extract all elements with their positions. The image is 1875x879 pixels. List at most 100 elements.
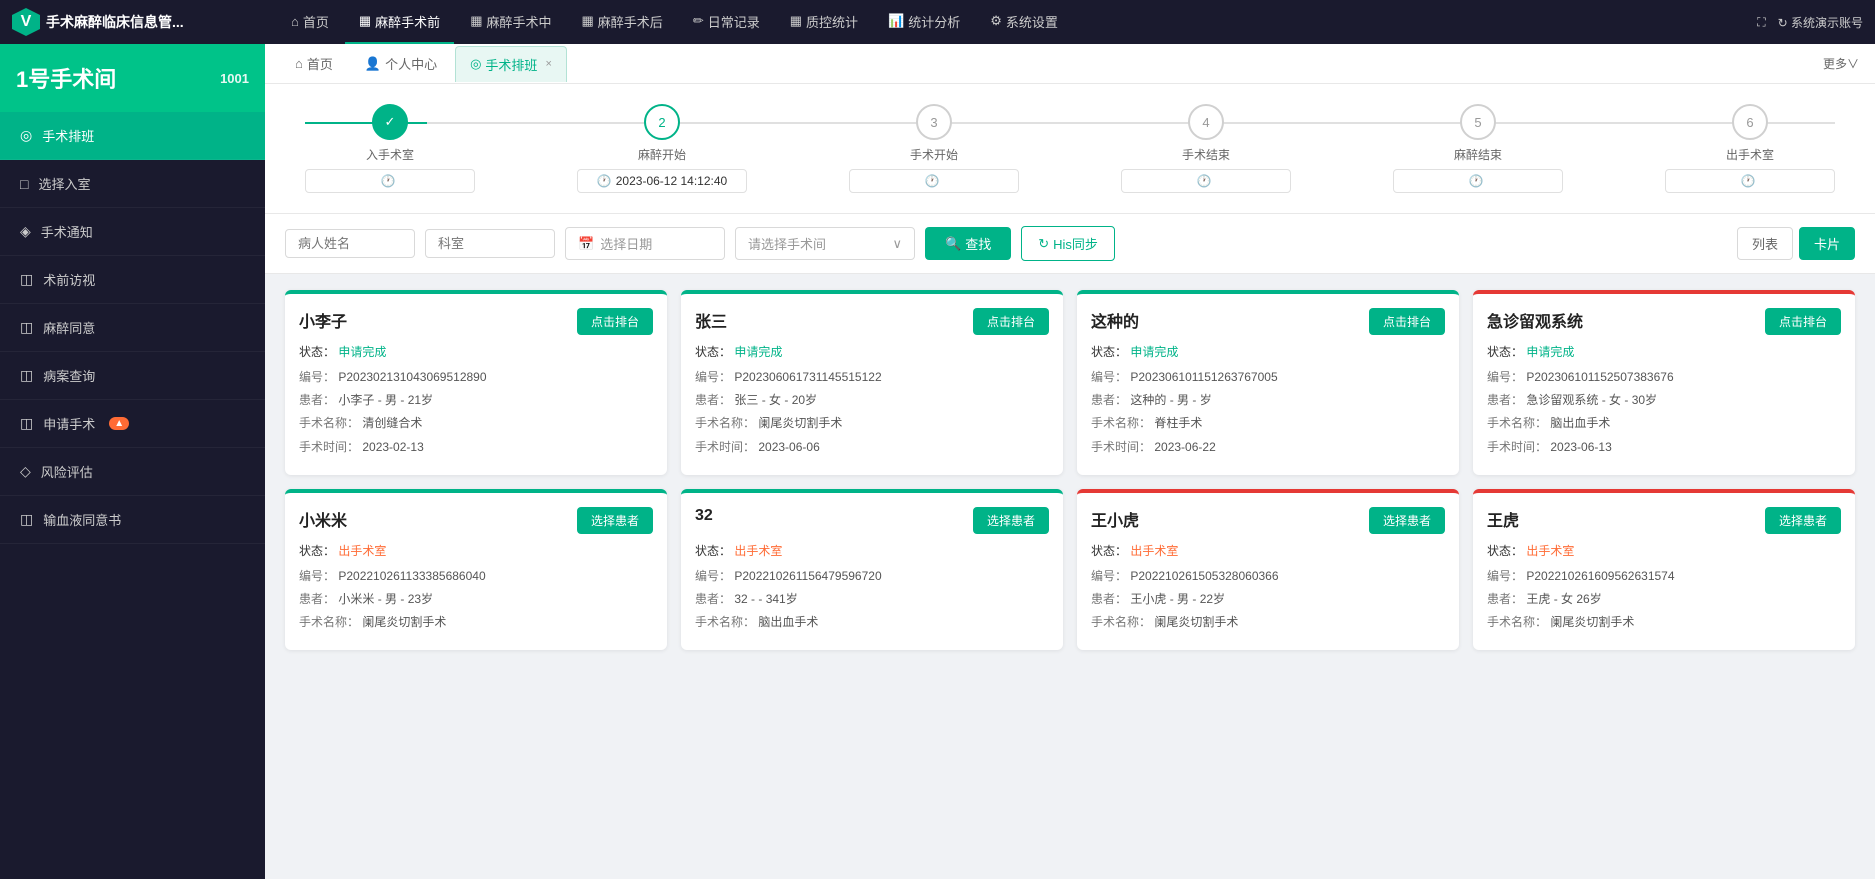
- card-wanghu-header: 王虎 选择患者: [1487, 507, 1841, 534]
- his-sync-button[interactable]: ↻ His同步: [1021, 226, 1115, 261]
- search-label: 查找: [965, 234, 991, 253]
- tab-home[interactable]: ⌂ 首页: [281, 46, 347, 82]
- view-toggle: 列表 卡片: [1737, 227, 1855, 260]
- step-2: 2 麻醉开始 🕐 2023-06-12 14:12:40: [577, 104, 747, 193]
- card-zhezongde: 这种的 点击排台 状态： 申请完成 编号： P20230610115126376…: [1077, 290, 1459, 475]
- card-wangxiaohu-action-btn[interactable]: 选择患者: [1369, 507, 1445, 534]
- card-zhangsan-patient: 患者： 张三 - 女 - 20岁: [695, 391, 1049, 410]
- card-wanghu-action-btn[interactable]: 选择患者: [1765, 507, 1841, 534]
- intraop-icon: ▦: [470, 13, 482, 29]
- step-5-time[interactable]: 🕐: [1393, 169, 1563, 193]
- step-3: 3 手术开始 🕐: [849, 104, 1019, 193]
- sidebar-item-schedule[interactable]: ◎ 手术排班: [0, 112, 265, 160]
- tab-close-icon[interactable]: ×: [545, 58, 551, 70]
- apply-icon: ◫: [20, 415, 33, 432]
- date-picker[interactable]: 📅 选择日期: [565, 227, 725, 260]
- card-xiaolizi-action-btn[interactable]: 点击排台: [577, 308, 653, 335]
- cards-section: 小李子 点击排台 状态： 申请完成 编号： P20230213104306951…: [265, 274, 1875, 680]
- tab-schedule[interactable]: ◎ 手术排班 ×: [455, 46, 567, 82]
- card-emergency-header: 急诊留观系统 点击排台: [1487, 308, 1841, 335]
- sidebar-item-notice[interactable]: ◈ 手术通知: [0, 208, 265, 256]
- step-1-label: 入手术室: [366, 146, 414, 163]
- card-wangxiaohu-patient: 患者： 王小虎 - 男 - 22岁: [1091, 590, 1445, 609]
- card-zhezongde-action-btn[interactable]: 点击排台: [1369, 308, 1445, 335]
- sidebar-item-apply[interactable]: ◫ 申请手术 ▲: [0, 400, 265, 448]
- card-emergency: 急诊留观系统 点击排台 状态： 申请完成 编号： P20230610115250…: [1473, 290, 1855, 475]
- nav-daily[interactable]: ✏ 日常记录: [679, 0, 774, 44]
- card-emergency-action-btn[interactable]: 点击排台: [1765, 308, 1841, 335]
- step-1-time[interactable]: 🕐: [305, 169, 475, 193]
- tab-personal[interactable]: 👤 个人中心: [351, 46, 451, 82]
- app-title: 手术麻醉临床信息管...: [46, 12, 184, 32]
- nav-qc[interactable]: ▦ 质控统计: [776, 0, 872, 44]
- step-3-time[interactable]: 🕐: [849, 169, 1019, 193]
- step-2-label: 麻醉开始: [638, 146, 686, 163]
- card-32-name: 32: [695, 507, 713, 525]
- department-input[interactable]: [425, 229, 555, 258]
- card-zhangsan: 张三 点击排台 状态： 申请完成 编号： P202306061731145515…: [681, 290, 1063, 475]
- tab-bar: ⌂ 首页 👤 个人中心 ◎ 手术排班 × 更多∨: [265, 44, 1875, 84]
- filter-bar: 📅 选择日期 请选择手术间 ∨ 🔍 查找 ↻ His同步 列表 卡片: [265, 214, 1875, 274]
- card-32-action-btn[interactable]: 选择患者: [973, 507, 1049, 534]
- stats-icon: 📊: [888, 13, 904, 29]
- transfusion-icon: ◫: [20, 511, 33, 528]
- search-button[interactable]: 🔍 查找: [925, 227, 1011, 260]
- sidebar-item-records[interactable]: ◫ 病案查询: [0, 352, 265, 400]
- step-4-time[interactable]: 🕐: [1121, 169, 1291, 193]
- cards-row-2: 小米米 选择患者 状态： 出手术室 编号： P20221026113338568…: [285, 489, 1855, 651]
- clock-icon-2: 🕐: [597, 174, 612, 188]
- nav-preanesthesia[interactable]: ▦ 麻醉手术前: [345, 0, 454, 44]
- room-select[interactable]: 请选择手术间 ∨: [735, 227, 915, 260]
- step-1: ✓ 入手术室 🕐: [305, 104, 475, 193]
- card-wangxiaohu-status-value: 出手术室: [1130, 544, 1178, 558]
- card-zhangsan-action-btn[interactable]: 点击排台: [973, 308, 1049, 335]
- card-zhezongde-id: 编号： P20230610115126376700​5: [1091, 368, 1445, 387]
- card-xiaomimi-status-value: 出手术室: [338, 544, 386, 558]
- nav-home[interactable]: ⌂ 首页: [277, 0, 343, 44]
- card-wangxiaohu: 王小虎 选择患者 状态： 出手术室 编号： P20221026150532806…: [1077, 489, 1459, 651]
- room-id: 1001: [220, 71, 249, 86]
- nav-settings[interactable]: ⚙ 系统设置: [976, 0, 1072, 44]
- list-view-btn[interactable]: 列表: [1737, 227, 1793, 260]
- tab-more-btn[interactable]: 更多∨: [1823, 55, 1859, 72]
- patient-name-input[interactable]: [285, 229, 415, 258]
- card-xiaomimi-action-btn[interactable]: 选择患者: [577, 507, 653, 534]
- apply-warn-badge: ▲: [109, 417, 129, 430]
- card-xiaomimi-id: 编号： P20221026113338568604​0: [299, 567, 653, 586]
- card-xiaolizi-status-value: 申请完成: [338, 345, 386, 359]
- his-sync-label: His同步: [1053, 234, 1098, 253]
- top-nav-items: ⌂ 首页 ▦ 麻醉手术前 ▦ 麻醉手术中 ▦ 麻醉手术后 ✏ 日常记录 ▦ 质控…: [277, 0, 1757, 44]
- card-emergency-optime: 手术时间： 2023-06-13: [1487, 438, 1841, 457]
- step-2-time-value: 2023-06-12 14:12:40: [616, 174, 727, 188]
- card-xiaomimi-header: 小米米 选择患者: [299, 507, 653, 534]
- tab-home-icon: ⌂: [295, 56, 303, 71]
- date-placeholder: 选择日期: [600, 234, 652, 253]
- sidebar-item-transfusion[interactable]: ◫ 输血液同意书: [0, 496, 265, 544]
- nav-intraop[interactable]: ▦ 麻醉手术中: [456, 0, 565, 44]
- step-3-circle: 3: [916, 104, 952, 140]
- records-icon: ◫: [20, 367, 33, 384]
- notice-icon: ◈: [20, 223, 31, 240]
- room-name: 1号手术间: [16, 62, 116, 94]
- sidebar-item-enter[interactable]: □ 选择入室: [0, 160, 265, 208]
- card-zhezongde-optime: 手术时间： 2023-06-22: [1091, 438, 1445, 457]
- sidebar-item-consent[interactable]: ◫ 麻醉同意: [0, 304, 265, 352]
- step-2-time[interactable]: 🕐 2023-06-12 14:12:40: [577, 169, 747, 193]
- step-6-time[interactable]: 🕐: [1665, 169, 1835, 193]
- sidebar-item-risk[interactable]: ◇ 风险评估: [0, 448, 265, 496]
- nav-stats[interactable]: 📊 统计分析: [874, 0, 974, 44]
- sidebar-item-previsit[interactable]: ◫ 术前访视: [0, 256, 265, 304]
- progress-section: ✓ 入手术室 🕐 2 麻醉开始 🕐 2023-06-12 14:12:40 3: [265, 84, 1875, 214]
- card-32: 32 选择患者 状态： 出手术室 编号： P202210261156479596…: [681, 489, 1063, 651]
- card-view-btn[interactable]: 卡片: [1799, 227, 1855, 260]
- clock-icon-1: 🕐: [381, 174, 396, 188]
- card-wangxiaohu-id: 编号： P20221026150532806036​6: [1091, 567, 1445, 586]
- card-emergency-status: 状态： 申请完成: [1487, 343, 1841, 360]
- progress-line: [305, 122, 1835, 124]
- card-zhezongde-patient: 患者： 这种的 - 男 - 岁: [1091, 391, 1445, 410]
- progress-steps: ✓ 入手术室 🕐 2 麻醉开始 🕐 2023-06-12 14:12:40 3: [305, 104, 1835, 193]
- fullscreen-btn[interactable]: ⛶: [1757, 15, 1765, 30]
- nav-postop[interactable]: ▦ 麻醉手术后: [568, 0, 677, 44]
- card-xiaolizi-id: 编号： P20230213104306951289​0: [299, 368, 653, 387]
- step-6: 6 出手术室 🕐: [1665, 104, 1835, 193]
